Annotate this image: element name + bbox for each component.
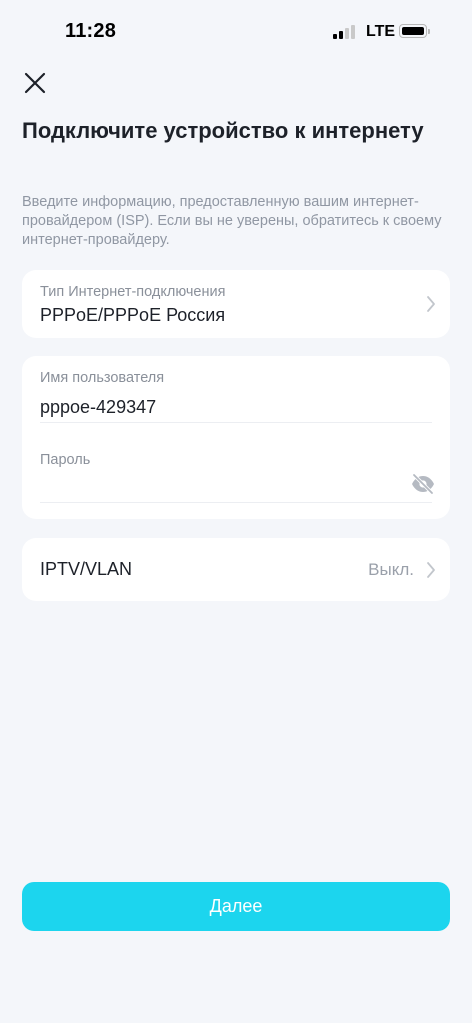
network-type: LTE bbox=[366, 23, 396, 40]
credentials-card: Имя пользователя Пароль bbox=[22, 356, 450, 519]
password-input[interactable] bbox=[40, 476, 400, 498]
connection-type-selector[interactable]: Тип Интернет-подключения PPPoE/PPPoE Рос… bbox=[22, 270, 450, 338]
password-visibility-toggle[interactable] bbox=[410, 473, 436, 495]
iptv-vlan-row[interactable]: IPTV/VLAN Выкл. bbox=[22, 538, 450, 601]
close-icon bbox=[24, 72, 46, 94]
username-label: Имя пользователя bbox=[40, 370, 165, 386]
eye-off-icon bbox=[412, 473, 434, 495]
connection-type-value: PPPoE/PPPoE Россия bbox=[40, 305, 226, 325]
chevron-right-icon bbox=[427, 296, 435, 312]
password-label: Пароль bbox=[40, 452, 91, 468]
username-input[interactable] bbox=[40, 394, 432, 420]
page-title: Подключите устройство к интернету bbox=[22, 118, 424, 143]
password-divider bbox=[40, 502, 432, 503]
connection-type-label: Тип Интернет-подключения bbox=[40, 284, 226, 300]
signal-strength-icon bbox=[333, 25, 357, 39]
next-button[interactable]: Далее bbox=[22, 882, 450, 931]
iptv-vlan-label: IPTV/VLAN bbox=[40, 559, 133, 579]
close-button[interactable] bbox=[22, 70, 48, 96]
status-bar: 11:28 LTE bbox=[0, 0, 472, 64]
battery-icon bbox=[399, 24, 430, 38]
status-time: 11:28 bbox=[65, 20, 117, 42]
iptv-vlan-status: Выкл. bbox=[368, 560, 414, 579]
chevron-right-icon bbox=[427, 562, 435, 578]
username-divider bbox=[40, 422, 432, 423]
page-description: Введите информацию, предоставленную ваши… bbox=[22, 194, 442, 248]
